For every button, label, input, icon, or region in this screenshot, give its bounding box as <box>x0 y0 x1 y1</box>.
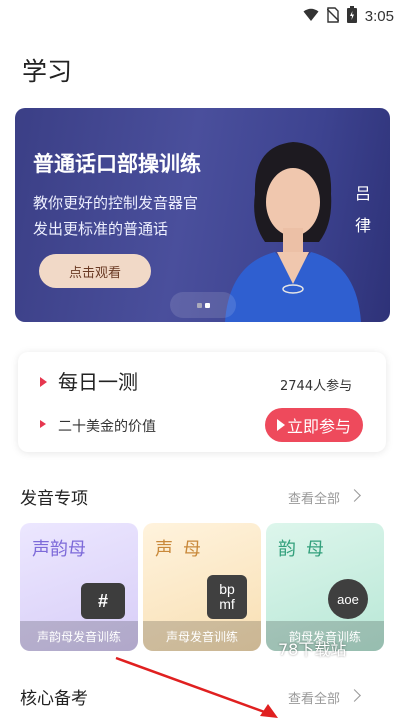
exam-section-title: 核心备考 <box>20 689 88 709</box>
card-category: 韵母 <box>278 539 334 560</box>
triangle-bullet-icon <box>40 377 47 387</box>
battery-icon <box>346 6 357 27</box>
card-label: 声母发音训练 <box>143 621 261 651</box>
banner-pager <box>170 292 236 318</box>
presenter-photo <box>225 142 361 322</box>
status-bar: 3:05 <box>0 0 404 32</box>
daily-test-title: 每日一测 <box>58 370 138 394</box>
chevron-right-icon[interactable] <box>348 489 361 502</box>
bpmf-badge-icon: bp mf <box>207 575 247 619</box>
presenter-name: 吕律 <box>354 184 371 235</box>
page-title: 学习 <box>22 57 73 86</box>
triangle-bullet-icon <box>40 420 46 428</box>
banner-subtitle-line2: 发出更标准的普通话 <box>33 220 169 238</box>
pager-dot <box>196 302 202 308</box>
view-all-exam-link[interactable]: 查看全部 <box>288 688 340 707</box>
no-sim-icon <box>326 6 340 27</box>
view-all-pronunciation-link[interactable]: 查看全部 <box>288 488 340 507</box>
watch-button[interactable]: 点击观看 <box>39 254 151 288</box>
banner-title: 普通话口部操训练 <box>33 152 201 176</box>
wifi-icon <box>303 7 319 26</box>
join-now-button[interactable]: 立即参与 <box>265 408 363 442</box>
status-time: 3:05 <box>364 8 394 25</box>
play-triangle-icon <box>276 419 285 431</box>
participant-count: 2744人参与 <box>280 379 353 394</box>
join-now-label: 立即参与 <box>286 417 351 436</box>
course-card-initials-finals[interactable]: 声韵母 # 声韵母发音训练 <box>20 523 138 651</box>
badge-line: bp <box>219 581 235 597</box>
red-arrow-annotation <box>115 656 278 718</box>
card-category: 声母 <box>155 539 211 560</box>
banner-subtitle-line1: 教你更好的控制发音器官 <box>33 194 199 212</box>
daily-test-value: 二十美金的价值 <box>58 419 156 435</box>
hash-badge-icon: # <box>81 583 125 619</box>
aoe-badge-icon: aoe <box>328 579 368 619</box>
promo-banner[interactable]: 普通话口部操训练 教你更好的控制发音器官 发出更标准的普通话 点击观看 吕律 <box>15 108 390 322</box>
course-card-initials[interactable]: 声母 bp mf 声母发音训练 <box>143 523 261 651</box>
card-category: 声韵母 <box>32 539 86 560</box>
chevron-right-icon[interactable] <box>348 689 361 702</box>
course-card-finals[interactable]: 韵母 aoe 韵母发音训练 <box>266 523 384 651</box>
badge-line: mf <box>219 596 235 612</box>
status-icons: 3:05 <box>303 6 394 27</box>
card-label: 声韵母发音训练 <box>20 621 138 651</box>
pronunciation-section-title: 发音专项 <box>20 489 88 509</box>
pager-dot-active <box>204 302 210 308</box>
